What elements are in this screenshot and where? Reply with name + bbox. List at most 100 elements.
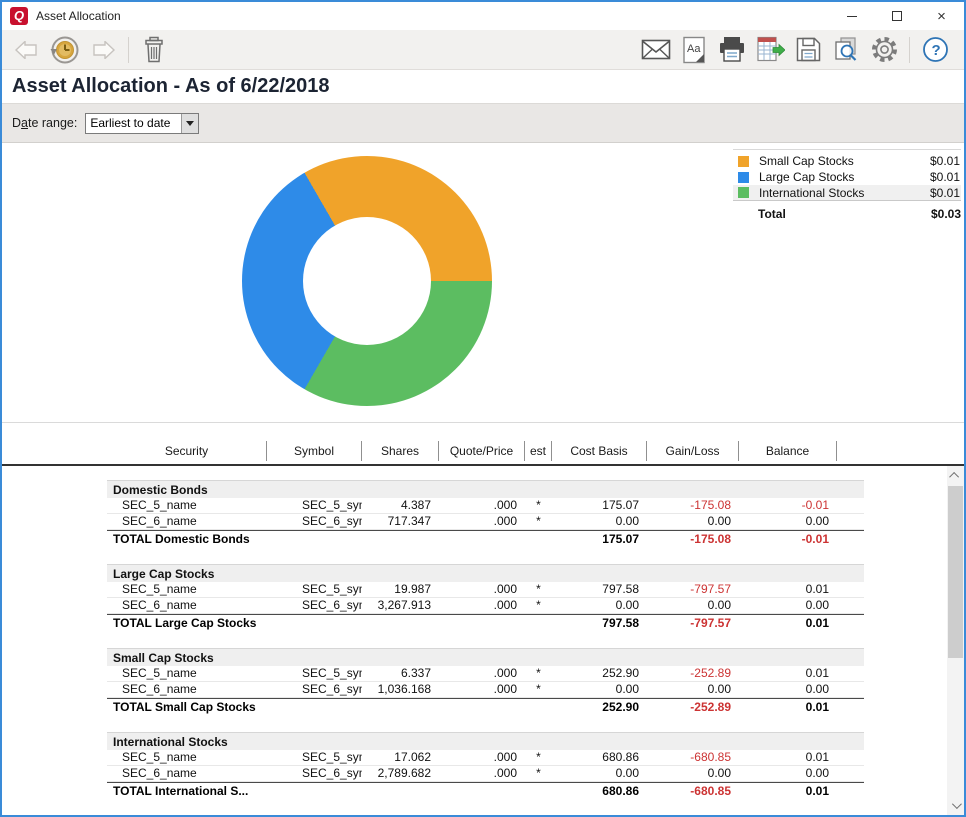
print-preview-icon [832, 36, 861, 63]
table-cell: SEC_6_name [107, 682, 267, 697]
table-cell: 0.00 [739, 682, 837, 697]
vertical-scrollbar[interactable] [947, 466, 964, 815]
table-cell: * [525, 766, 552, 781]
group-total-value: 680.86 [552, 783, 647, 800]
legend-swatch [738, 172, 749, 183]
help-button[interactable]: ? [916, 33, 954, 67]
table-cell: 252.90 [552, 666, 647, 681]
legend-label: Large Cap Stocks [759, 170, 930, 184]
column-header[interactable]: Quote/Price [439, 441, 525, 461]
save-button[interactable] [789, 33, 827, 67]
group-total-label: TOTAL International S... [107, 783, 552, 800]
forward-arrow-icon [90, 41, 116, 59]
table-cell: 0.00 [739, 766, 837, 781]
table-row[interactable]: SEC_5_nameSEC_5_sym17.062.000*680.86-680… [107, 750, 864, 766]
table-cell: .000 [439, 582, 525, 597]
table-body: Domestic BondsSEC_5_nameSEC_5_sym4.387.0… [2, 466, 964, 815]
maximize-button[interactable] [874, 2, 919, 30]
delete-button[interactable] [135, 33, 173, 67]
legend-swatch [738, 187, 749, 198]
table-cell: -680.85 [647, 750, 739, 765]
legend-label: International Stocks [759, 186, 930, 200]
table-cell: 0.00 [552, 598, 647, 613]
group-total-value: 0.01 [739, 783, 837, 800]
column-header[interactable]: Cost Basis [552, 441, 647, 461]
date-range-label: Date range: [12, 116, 77, 130]
table-cell: * [525, 682, 552, 697]
chevron-down-icon [952, 799, 962, 809]
chevron-up-icon [949, 472, 959, 482]
table-cell: * [525, 582, 552, 597]
table-row[interactable]: SEC_6_nameSEC_6_sym3,267.913.000*0.000.0… [107, 598, 864, 614]
table-cell: * [525, 598, 552, 613]
table-cell: SEC_6_name [107, 766, 267, 781]
group-total-label: TOTAL Large Cap Stocks [107, 615, 552, 632]
history-button[interactable] [46, 33, 84, 67]
page-title: Asset Allocation - As of 6/22/2018 [2, 70, 964, 103]
table-row[interactable]: SEC_5_nameSEC_5_sym19.987.000*797.58-797… [107, 582, 864, 598]
table-cell: * [525, 514, 552, 529]
table-row[interactable]: SEC_5_nameSEC_5_sym4.387.000*175.07-175.… [107, 498, 864, 514]
table-cell: 6.337 [362, 666, 439, 681]
window-title: Asset Allocation [36, 9, 829, 23]
column-header[interactable]: est [525, 441, 552, 461]
asset-allocation-donut-chart[interactable] [242, 156, 492, 406]
legend-total-row: Total $0.03 [733, 205, 961, 223]
table-cell: 0.00 [552, 766, 647, 781]
legend-item[interactable]: Small Cap Stocks$0.01 [733, 153, 961, 169]
scrollbar-thumb[interactable] [948, 486, 963, 658]
email-report-button[interactable] [637, 33, 675, 67]
group-total-value: -175.08 [647, 531, 739, 548]
table-cell-filler [837, 682, 864, 697]
print-button[interactable] [713, 33, 751, 67]
table-cell: .000 [439, 498, 525, 513]
table-cell: 0.00 [739, 598, 837, 613]
table-row[interactable]: SEC_6_nameSEC_6_sym1,036.168.000*0.000.0… [107, 682, 864, 698]
font-settings-button[interactable]: Aa [675, 33, 713, 67]
group-header: International Stocks [107, 732, 864, 750]
table-cell: SEC_5_name [107, 498, 267, 513]
column-header[interactable]: Gain/Loss [647, 441, 739, 461]
forward-button[interactable] [84, 33, 122, 67]
table-cell: SEC_6_name [107, 514, 267, 529]
table-row[interactable]: SEC_6_nameSEC_6_sym2,789.682.000*0.000.0… [107, 766, 864, 782]
table-cell: SEC_5_name [107, 750, 267, 765]
legend-item[interactable]: International Stocks$0.01 [733, 185, 961, 201]
close-icon: × [937, 9, 946, 24]
column-header[interactable]: Symbol [267, 441, 362, 461]
group-total-value: 797.58 [552, 615, 647, 632]
table-cell: SEC_6_sym [267, 598, 362, 613]
chevron-down-icon [186, 121, 194, 126]
table-row[interactable]: SEC_5_nameSEC_5_sym6.337.000*252.90-252.… [107, 666, 864, 682]
table-cell-filler [837, 783, 864, 800]
table-cell: 717.347 [362, 514, 439, 529]
table-cell: * [525, 750, 552, 765]
help-icon: ? [922, 36, 949, 63]
table-cell: 3,267.913 [362, 598, 439, 613]
legend-total-value: $0.03 [931, 207, 961, 221]
back-button[interactable] [8, 33, 46, 67]
group-total-value: 0.01 [739, 699, 837, 716]
table-row[interactable]: SEC_6_nameSEC_6_sym717.347.000*0.000.000… [107, 514, 864, 530]
dropdown-button[interactable] [181, 114, 198, 133]
scroll-up-button[interactable] [947, 467, 964, 484]
export-button[interactable] [751, 33, 789, 67]
table-cell: * [525, 666, 552, 681]
column-header[interactable]: Shares [362, 441, 439, 461]
minimize-button[interactable] [829, 2, 874, 30]
save-floppy-icon [795, 36, 822, 63]
date-range-dropdown[interactable]: Earliest to date [85, 113, 199, 134]
legend-item[interactable]: Large Cap Stocks$0.01 [733, 169, 961, 185]
legend-value: $0.01 [930, 154, 960, 168]
printer-icon [717, 36, 747, 64]
table-cell: SEC_6_sym [267, 766, 362, 781]
scroll-down-button[interactable] [947, 797, 964, 814]
table-cell: SEC_5_sym [267, 582, 362, 597]
print-preview-button[interactable] [827, 33, 865, 67]
trash-icon [142, 36, 166, 64]
column-header[interactable]: Balance [739, 441, 837, 461]
close-button[interactable]: × [919, 2, 964, 30]
settings-button[interactable] [865, 33, 903, 67]
column-header[interactable]: Security [107, 441, 267, 461]
group-header: Large Cap Stocks [107, 564, 864, 582]
